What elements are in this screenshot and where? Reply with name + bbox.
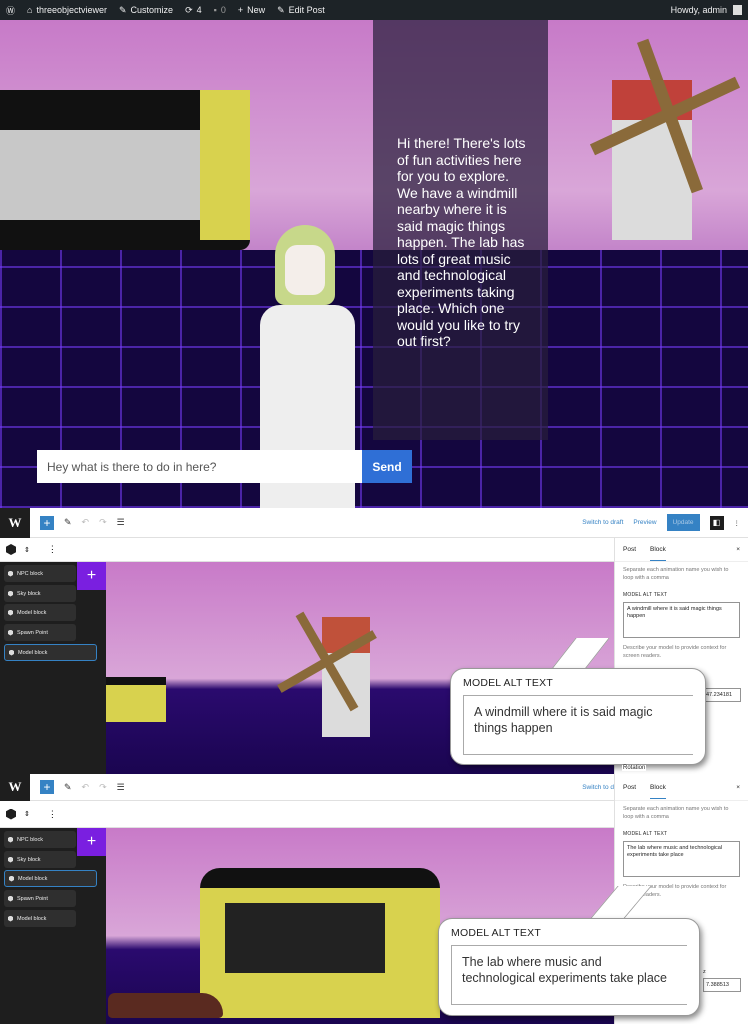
block-icon: [8, 609, 13, 616]
send-button[interactable]: Send: [362, 450, 412, 483]
pencil-icon: ✎: [277, 4, 285, 15]
close-icon[interactable]: ×: [736, 546, 740, 553]
block-list-item[interactable]: Spawn Point: [4, 890, 76, 907]
edit-post-link[interactable]: ✎ Edit Post: [277, 5, 325, 16]
updates-link[interactable]: ⟳ 4: [185, 5, 202, 16]
home-icon: ⌂: [27, 5, 33, 15]
alt-text-help: Describe your model to provide context f…: [623, 645, 727, 659]
block-type-icon[interactable]: [6, 544, 16, 555]
block-list-item[interactable]: Spawn Point: [4, 624, 76, 641]
block-icon: [8, 895, 13, 902]
comments-link[interactable]: ▪ 0: [214, 5, 226, 15]
list-view-icon[interactable]: ☰: [117, 517, 125, 528]
chat-input[interactable]: [37, 450, 362, 483]
wordpress-logo-icon[interactable]: W: [0, 507, 30, 538]
avatar: [733, 5, 742, 15]
block-list-item[interactable]: NPC block: [4, 831, 76, 848]
block-list-item[interactable]: Model block: [4, 910, 76, 927]
block-editor-lab: W + ✎ ↶ ↷ ☰ Switch to draft Preview Upda…: [0, 773, 748, 1024]
list-view-icon[interactable]: ☰: [117, 782, 125, 793]
block-list-panel: + NPC block Sky block Model block Spawn …: [0, 828, 106, 1024]
callout-label: MODEL ALT TEXT: [463, 677, 553, 689]
alt-text-label: MODEL ALT TEXT: [623, 592, 668, 598]
callout-label: MODEL ALT TEXT: [451, 927, 541, 939]
add-block-button[interactable]: +: [77, 828, 106, 856]
tab-block[interactable]: Block: [650, 538, 666, 561]
block-icon: [8, 836, 13, 843]
block-icon: [8, 629, 13, 636]
comment-icon: ▪: [213, 5, 217, 15]
alt-text-field[interactable]: The lab where music and technological ex…: [623, 841, 740, 877]
brush-icon: ✎: [119, 4, 127, 15]
updates-icon: ⟳: [185, 4, 193, 15]
z-position-input[interactable]: 47.234181: [703, 688, 741, 702]
wordpress-logo-icon[interactable]: Ⓦ: [6, 4, 15, 17]
admin-bar: Ⓦ ⌂ threeobjectviewer ✎ Customize ⟳ 4 ▪ 0 + N…: [0, 0, 748, 20]
block-list-item[interactable]: NPC block: [4, 565, 76, 582]
move-arrows-icon[interactable]: ⇕: [24, 546, 30, 554]
animation-help: Separate each animation name you wish to…: [623, 806, 729, 820]
car: [108, 993, 223, 1018]
animation-help: Separate each animation name you wish to…: [623, 567, 729, 581]
block-list-item-selected[interactable]: Model block: [4, 870, 97, 887]
alt-text-field[interactable]: A windmill where it is said magic things…: [623, 602, 740, 638]
block-icon: [8, 590, 13, 597]
tab-block[interactable]: Block: [650, 776, 666, 799]
callout-alt-text: The lab where music and technological ex…: [451, 945, 687, 1005]
customize-link[interactable]: ✎ Customize: [119, 5, 173, 16]
block-icon: [9, 649, 14, 656]
tab-post[interactable]: Post: [623, 546, 636, 553]
block-icon: [8, 856, 13, 863]
add-block-toggle[interactable]: +: [40, 515, 54, 530]
block-icon: [9, 875, 14, 882]
block-options-icon[interactable]: ⋮: [48, 809, 57, 820]
account-menu[interactable]: Howdy, admin: [671, 5, 742, 15]
pencil-icon[interactable]: ✎: [64, 782, 72, 793]
redo-icon[interactable]: ↷: [99, 517, 107, 528]
block-list-item[interactable]: Sky block: [4, 851, 76, 868]
lab-screen: [225, 903, 385, 973]
block-options-icon[interactable]: ⋮: [48, 544, 57, 555]
settings-toggle-icon[interactable]: ◧: [709, 515, 724, 530]
rotation-label: Rotation: [622, 765, 647, 771]
preview-button[interactable]: Preview: [633, 519, 656, 526]
alt-text-callout: MODEL ALT TEXT A windmill where it is sa…: [450, 668, 706, 765]
npc-dialog: Hi there! There's lots of fun activities…: [373, 20, 548, 440]
block-icon: [8, 915, 13, 922]
block-list-item[interactable]: Sky block: [4, 585, 76, 602]
close-icon[interactable]: ×: [736, 784, 740, 791]
block-editor-windmill: W + ✎ ↶ ↷ ☰ Switch to draft Preview Upda…: [0, 507, 748, 774]
block-type-icon[interactable]: [6, 808, 16, 820]
site-name-link[interactable]: ⌂ threeobjectviewer: [27, 5, 107, 15]
block-list-item-selected[interactable]: Model block: [4, 644, 97, 661]
undo-icon[interactable]: ↶: [82, 782, 90, 793]
lab-building: [106, 677, 166, 722]
lab-screen: [0, 130, 200, 220]
tab-post[interactable]: Post: [623, 784, 636, 791]
block-icon: [8, 570, 13, 577]
block-list-panel: + NPC block Sky block Model block Spawn …: [0, 562, 106, 774]
z-position-input[interactable]: 7.388513: [703, 978, 741, 992]
block-toolbar: ⇕ ⋮: [0, 801, 614, 828]
undo-icon[interactable]: ↶: [82, 517, 90, 528]
move-arrows-icon[interactable]: ⇕: [24, 810, 30, 818]
alt-text-callout: MODEL ALT TEXT The lab where music and t…: [438, 918, 700, 1016]
plus-icon: +: [237, 5, 244, 15]
pencil-icon[interactable]: ✎: [64, 517, 72, 528]
update-button[interactable]: Update: [666, 514, 700, 531]
lab-wall: [200, 90, 250, 240]
add-block-button[interactable]: +: [77, 562, 106, 590]
block-toolbar: ⇕ ⋮: [0, 538, 614, 562]
editor-toolbar: W + ✎ ↶ ↷ ☰ Switch to draft Preview Upda…: [0, 507, 748, 538]
add-block-toggle[interactable]: +: [40, 780, 54, 794]
alt-text-label: MODEL ALT TEXT: [623, 831, 668, 837]
new-link[interactable]: + New: [238, 5, 265, 15]
options-icon[interactable]: ⋮: [734, 519, 741, 527]
switch-to-draft-button[interactable]: Switch to draft: [582, 519, 623, 526]
block-list-item[interactable]: Model block: [4, 604, 76, 621]
redo-icon[interactable]: ↷: [99, 782, 107, 793]
wordpress-logo-icon[interactable]: W: [0, 773, 30, 801]
z-label: z: [703, 969, 706, 975]
callout-alt-text: A windmill where it is said magic things…: [463, 695, 693, 755]
